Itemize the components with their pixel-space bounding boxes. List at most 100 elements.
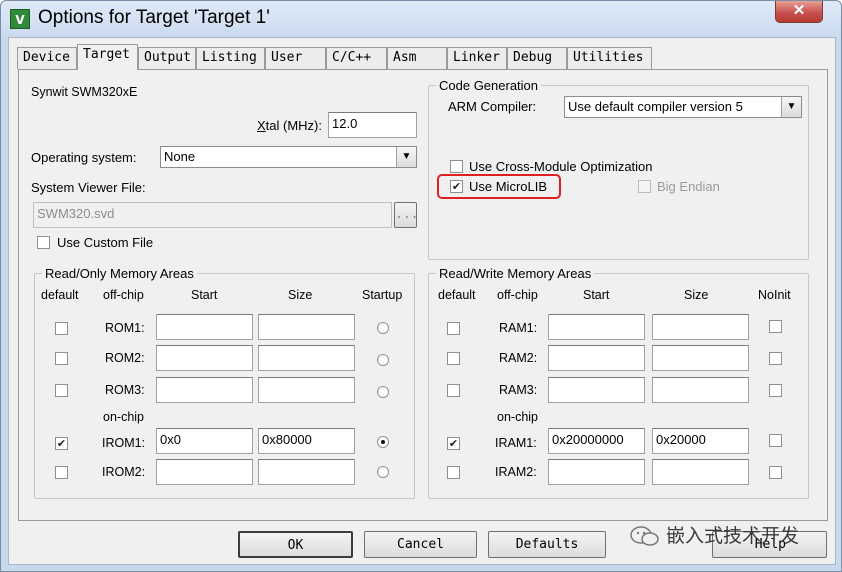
iram1-start-input[interactable]: 0x20000000 — [548, 428, 645, 454]
custom-file-checkbox[interactable] — [37, 236, 50, 249]
irom2-startup-radio[interactable] — [377, 466, 389, 478]
arm-compiler-value: Use default compiler version 5 — [568, 99, 743, 114]
defaults-button[interactable]: Defaults — [488, 531, 606, 558]
iram2-default-checkbox[interactable] — [447, 466, 460, 479]
rw-header-noinit: NoInit — [758, 288, 791, 302]
irom2-size-input[interactable] — [258, 459, 355, 485]
xtal-input[interactable]: 12.0 — [328, 112, 417, 138]
iram2-label: IRAM2: — [495, 465, 537, 479]
rom3-size-input[interactable] — [258, 377, 355, 403]
rom3-label: ROM3: — [105, 383, 145, 397]
iram1-noinit-checkbox[interactable] — [769, 434, 782, 447]
rom1-default-checkbox[interactable] — [55, 322, 68, 335]
window-title: Options for Target 'Target 1' — [38, 7, 270, 28]
ro-header-default: default — [41, 288, 79, 302]
rom1-size-input[interactable] — [258, 314, 355, 340]
title-bar: V Options for Target 'Target 1' ✕ — [1, 1, 841, 37]
svd-file-input[interactable]: SWM320.svd — [33, 202, 392, 228]
ro-header-startup: Startup — [362, 288, 403, 302]
rom2-default-checkbox[interactable] — [55, 352, 68, 365]
ram2-default-checkbox[interactable] — [447, 352, 460, 365]
device-name: Synwit SWM320xE — [31, 85, 138, 99]
big-endian-checkbox[interactable] — [638, 180, 651, 193]
browse-button[interactable]: ... — [394, 202, 418, 228]
arm-compiler-label: ARM Compiler: — [448, 99, 537, 114]
code-generation-title: Code Generation — [436, 78, 542, 93]
ram1-label: RAM1: — [499, 321, 538, 335]
irom1-default-checkbox[interactable]: ✔ — [55, 437, 68, 450]
tab-asm[interactable]: Asm — [387, 47, 447, 69]
tab-output[interactable]: Output — [138, 47, 196, 69]
rw-onchip-label: on-chip — [497, 410, 538, 424]
os-label: Operating system: — [31, 150, 137, 165]
big-endian-label: Big Endian — [657, 179, 720, 194]
ram3-size-input[interactable] — [652, 377, 749, 403]
ram2-noinit-checkbox[interactable] — [769, 352, 782, 365]
rom2-startup-radio[interactable] — [377, 354, 389, 366]
rom2-label: ROM2: — [105, 351, 145, 365]
irom2-label: IROM2: — [102, 465, 146, 479]
ram2-label: RAM2: — [499, 351, 538, 365]
dialog-window: V Options for Target 'Target 1' ✕ Device… — [0, 0, 842, 572]
svd-label: System Viewer File: — [31, 180, 146, 195]
irom1-start-input[interactable]: 0x0 — [156, 428, 253, 454]
tab-c-cpp[interactable]: C/C++ — [326, 47, 387, 69]
highlight-box — [437, 174, 561, 199]
rom1-start-input[interactable] — [156, 314, 253, 340]
ram1-start-input[interactable] — [548, 314, 645, 340]
wechat-icon — [630, 526, 659, 546]
iram2-size-input[interactable] — [652, 459, 749, 485]
ro-onchip-label: on-chip — [103, 410, 144, 424]
cross-module-label: Use Cross-Module Optimization — [469, 159, 653, 174]
iram2-start-input[interactable] — [548, 459, 645, 485]
tab-user[interactable]: User — [265, 47, 326, 69]
ro-header-start: Start — [191, 288, 218, 302]
ok-button[interactable]: OK — [238, 531, 353, 558]
ram1-default-checkbox[interactable] — [447, 322, 460, 335]
ram3-noinit-checkbox[interactable] — [769, 384, 782, 397]
close-button[interactable]: ✕ — [775, 1, 823, 23]
rom3-start-input[interactable] — [156, 377, 253, 403]
rom3-startup-radio[interactable] — [377, 386, 389, 398]
chevron-down-icon: ▼ — [781, 97, 801, 117]
ram2-size-input[interactable] — [652, 345, 749, 371]
iram2-noinit-checkbox[interactable] — [769, 466, 782, 479]
ro-header-size: Size — [288, 288, 313, 302]
rom1-label: ROM1: — [105, 321, 145, 335]
watermark-text: 嵌入式技术开发 — [666, 525, 800, 547]
rw-memory-title: Read/Write Memory Areas — [436, 266, 595, 281]
tab-linker[interactable]: Linker — [447, 47, 507, 69]
tab-device[interactable]: Device — [17, 47, 77, 69]
iram1-label: IRAM1: — [495, 436, 537, 450]
os-select[interactable]: None ▼ — [160, 146, 417, 168]
ram3-default-checkbox[interactable] — [447, 384, 460, 397]
arm-compiler-select[interactable]: Use default compiler version 5 ▼ — [564, 96, 802, 118]
irom1-size-input[interactable]: 0x80000 — [258, 428, 355, 454]
irom2-default-checkbox[interactable] — [55, 466, 68, 479]
tab-utilities[interactable]: Utilities — [567, 47, 652, 69]
rw-header-offchip: off-chip — [497, 288, 538, 302]
ram3-start-input[interactable] — [548, 377, 645, 403]
custom-file-label: Use Custom File — [57, 235, 154, 250]
rom1-startup-radio[interactable] — [377, 322, 389, 334]
ro-memory-title: Read/Only Memory Areas — [42, 266, 197, 281]
rom2-start-input[interactable] — [156, 345, 253, 371]
rw-header-size: Size — [684, 288, 709, 302]
ram1-size-input[interactable] — [652, 314, 749, 340]
tab-listing[interactable]: Listing — [196, 47, 265, 69]
rw-header-start: Start — [583, 288, 610, 302]
ram1-noinit-checkbox[interactable] — [769, 320, 782, 333]
chevron-down-icon: ▼ — [396, 147, 416, 167]
cross-module-checkbox[interactable] — [450, 160, 463, 173]
tab-target[interactable]: Target — [77, 44, 138, 70]
rom2-size-input[interactable] — [258, 345, 355, 371]
tab-debug[interactable]: Debug — [507, 47, 567, 69]
irom1-startup-radio[interactable] — [377, 436, 389, 448]
xtal-label: Xtal (MHz): — [257, 118, 323, 133]
iram1-default-checkbox[interactable]: ✔ — [447, 437, 460, 450]
iram1-size-input[interactable]: 0x20000 — [652, 428, 749, 454]
cancel-button[interactable]: Cancel — [364, 531, 477, 558]
rom3-default-checkbox[interactable] — [55, 384, 68, 397]
ram2-start-input[interactable] — [548, 345, 645, 371]
irom2-start-input[interactable] — [156, 459, 253, 485]
